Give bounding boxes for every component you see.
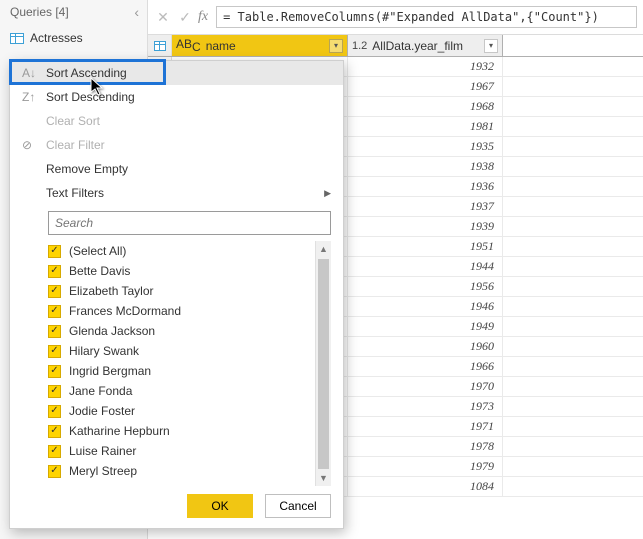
filter-value-item[interactable]: ✓ Elizabeth Taylor <box>48 281 313 301</box>
table-icon <box>154 41 166 51</box>
cell-year: 1968 <box>348 97 503 116</box>
clear-filter: ⊘ Clear Filter <box>10 133 343 157</box>
filter-value-item[interactable]: ✓ Jane Fonda <box>48 381 313 401</box>
column-header-year[interactable]: 1.2 AllData.year_film ▾ <box>348 35 503 56</box>
filter-value-label: Jodie Foster <box>69 404 135 418</box>
table-icon <box>10 33 24 44</box>
clear-filter-icon: ⊘ <box>22 138 38 152</box>
checkbox-icon[interactable]: ✓ <box>48 325 61 338</box>
formula-confirm-icon[interactable]: ✓ <box>176 9 194 26</box>
cell-year: 1084 <box>348 477 503 496</box>
filter-value-item[interactable]: ✓ Frances McDormand <box>48 301 313 321</box>
formula-input[interactable]: = Table.RemoveColumns(#"Expanded AllData… <box>216 6 637 28</box>
scrollbar[interactable]: ▲ ▼ <box>315 241 331 486</box>
cell-year: 1979 <box>348 457 503 476</box>
filter-value-item[interactable]: ✓ Jodie Foster <box>48 401 313 421</box>
column-label: AllData.year_film <box>372 39 463 53</box>
column-headers: ABC name ▾ 1.2 AllData.year_film ▾ <box>148 35 643 57</box>
row-header-corner[interactable] <box>148 35 172 56</box>
checkbox-icon[interactable]: ✓ <box>48 345 61 358</box>
filter-value-label: Katharine Hepburn <box>69 424 170 438</box>
cell-year: 1936 <box>348 177 503 196</box>
cell-year: 1935 <box>348 137 503 156</box>
cell-year: 1981 <box>348 117 503 136</box>
cell-year: 1967 <box>348 77 503 96</box>
checkbox-icon[interactable]: ✓ <box>48 405 61 418</box>
filter-value-label: Elizabeth Taylor <box>69 284 154 298</box>
filter-search-input[interactable] <box>48 211 331 235</box>
column-filter-dropdown: A↓ Sort Ascending Z↑ Sort Descending Cle… <box>9 60 344 529</box>
scroll-thumb[interactable] <box>318 259 329 469</box>
formula-bar: ✕ ✓ fx = Table.RemoveColumns(#"Expanded … <box>148 0 643 35</box>
filter-value-item[interactable]: ✓ Ingrid Bergman <box>48 361 313 381</box>
chevron-right-icon: ▶ <box>324 188 331 199</box>
sort-asc-icon: A↓ <box>22 66 38 80</box>
checkbox-icon[interactable]: ✓ <box>48 365 61 378</box>
checkbox-icon[interactable]: ✓ <box>48 465 61 478</box>
cell-year: 1956 <box>348 277 503 296</box>
column-label: name <box>206 39 236 53</box>
checkbox-icon[interactable]: ✓ <box>48 305 61 318</box>
filter-values-list: ✓ (Select All) ✓ Bette Davis ✓ Elizabeth Tayl… <box>48 241 331 486</box>
filter-value-item[interactable]: ✓ Luise Rainer <box>48 441 313 461</box>
sort-desc-icon: Z↑ <box>22 90 38 104</box>
filter-value-item[interactable]: ✓ Bette Davis <box>48 261 313 281</box>
checkbox-icon[interactable]: ✓ <box>48 445 61 458</box>
checkbox-icon[interactable]: ✓ <box>48 425 61 438</box>
cell-year: 1960 <box>348 337 503 356</box>
column-filter-button[interactable]: ▾ <box>484 39 498 53</box>
type-text-icon: ABC <box>176 37 201 54</box>
filter-value-label: Meryl Streep <box>69 464 137 478</box>
cell-year: 1970 <box>348 377 503 396</box>
cell-year: 1939 <box>348 217 503 236</box>
filter-value-item[interactable]: ✓ Katharine Hepburn <box>48 421 313 441</box>
filter-value-label: Jane Fonda <box>69 384 132 398</box>
cell-year: 1973 <box>348 397 503 416</box>
checkbox-icon[interactable]: ✓ <box>48 265 61 278</box>
collapse-icon[interactable]: ‹ <box>134 4 139 20</box>
text-filters[interactable]: Text Filters ▶ <box>10 181 343 205</box>
fx-icon: fx <box>198 9 208 25</box>
checkbox-icon[interactable]: ✓ <box>48 385 61 398</box>
cell-year: 1978 <box>348 437 503 456</box>
cell-year: 1971 <box>348 417 503 436</box>
filter-value-item[interactable]: ✓ Meryl Streep <box>48 461 313 481</box>
column-header-name[interactable]: ABC name ▾ <box>172 35 348 56</box>
cell-year: 1951 <box>348 237 503 256</box>
cell-year: 1966 <box>348 357 503 376</box>
filter-value-label: (Select All) <box>69 244 126 258</box>
cell-year: 1944 <box>348 257 503 276</box>
formula-cancel-icon[interactable]: ✕ <box>154 9 172 26</box>
scroll-up-icon[interactable]: ▲ <box>316 241 331 257</box>
clear-sort: Clear Sort <box>10 109 343 133</box>
queries-title: Queries [4] <box>10 5 69 19</box>
filter-value-label: Bette Davis <box>69 264 130 278</box>
filter-value-item[interactable]: ✓ (Select All) <box>48 241 313 261</box>
query-item-actresses[interactable]: Actresses <box>0 28 147 48</box>
checkbox-icon[interactable]: ✓ <box>48 285 61 298</box>
sort-descending[interactable]: Z↑ Sort Descending <box>10 85 343 109</box>
sort-ascending[interactable]: A↓ Sort Ascending <box>10 61 343 85</box>
cell-year: 1946 <box>348 297 503 316</box>
cell-year: 1938 <box>348 157 503 176</box>
cell-year: 1937 <box>348 197 503 216</box>
remove-empty[interactable]: Remove Empty <box>10 157 343 181</box>
filter-value-label: Hilary Swank <box>69 344 139 358</box>
filter-value-label: Glenda Jackson <box>69 324 155 338</box>
filter-value-label: Luise Rainer <box>69 444 136 458</box>
type-number-icon: 1.2 <box>352 40 367 52</box>
filter-value-item[interactable]: ✓ Glenda Jackson <box>48 321 313 341</box>
cancel-button[interactable]: Cancel <box>265 494 331 518</box>
filter-value-item[interactable]: ✓ Hilary Swank <box>48 341 313 361</box>
query-label: Actresses <box>30 31 83 45</box>
cell-year: 1949 <box>348 317 503 336</box>
filter-value-label: Ingrid Bergman <box>69 364 151 378</box>
cell-year: 1932 <box>348 57 503 76</box>
ok-button[interactable]: OK <box>187 494 253 518</box>
checkbox-icon[interactable]: ✓ <box>48 245 61 258</box>
scroll-down-icon[interactable]: ▼ <box>316 470 331 486</box>
column-filter-button[interactable]: ▾ <box>329 39 343 53</box>
filter-value-label: Frances McDormand <box>69 304 181 318</box>
